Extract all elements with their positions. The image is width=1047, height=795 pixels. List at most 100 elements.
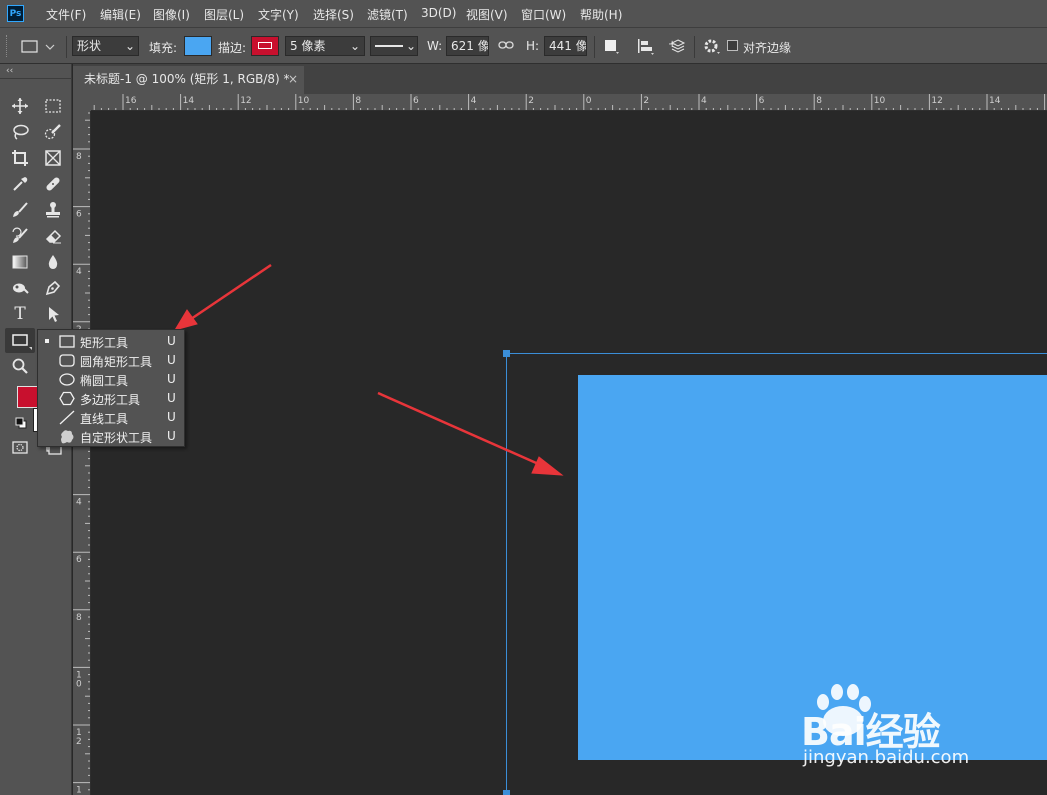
menu-window[interactable]: 窗口(W) <box>521 6 566 23</box>
dodge-tool-icon[interactable] <box>8 277 32 299</box>
menu-view[interactable]: 视图(V) <box>466 6 508 23</box>
active-bullet-icon <box>45 339 49 343</box>
menu-type[interactable]: 文字(Y) <box>258 6 299 23</box>
stroke-width-field[interactable]: 5 像素 ⌄ <box>285 36 365 56</box>
ruler-label: 8 <box>816 96 822 106</box>
width-field[interactable]: 621 像 <box>446 36 489 56</box>
menu-select[interactable]: 选择(S) <box>313 6 354 23</box>
tool-preset-picker[interactable] <box>20 38 60 56</box>
align-edges-checkbox[interactable] <box>727 40 738 51</box>
flyout-label: 圆角矩形工具 <box>80 355 153 369</box>
menu-edit[interactable]: 编辑(E) <box>100 6 141 23</box>
ruler-label: 12 <box>240 96 251 106</box>
document-tab-title: 未标题-1 @ 100% (矩形 1, RGB/8) * <box>84 72 290 86</box>
move-tool-icon[interactable] <box>8 95 32 117</box>
clone-stamp-tool-icon[interactable] <box>41 199 65 221</box>
brush-tool-icon[interactable] <box>8 199 32 221</box>
menu-help[interactable]: 帮助(H) <box>580 6 622 23</box>
flyout-label: 多边形工具 <box>80 393 141 407</box>
crop-tool-icon[interactable] <box>8 147 32 169</box>
type-tool-icon[interactable]: T <box>8 303 32 325</box>
flyout-item-ellipse[interactable]: 椭圆工具 U <box>38 370 184 389</box>
width-label: W: <box>427 39 443 53</box>
path-operations-icon[interactable] <box>603 37 621 58</box>
ruler-label: 2 <box>643 96 649 106</box>
blur-tool-icon[interactable] <box>41 251 65 273</box>
path-selection-tool-icon[interactable] <box>41 303 65 325</box>
ruler-label: 1 <box>76 786 82 795</box>
ruler-label: 16 <box>125 96 137 106</box>
lasso-tool-icon[interactable] <box>8 121 32 143</box>
zoom-tool-icon[interactable] <box>8 355 32 377</box>
flyout-shortcut: U <box>167 391 176 405</box>
stroke-swatch[interactable] <box>251 36 279 56</box>
ruler-label: 8 <box>76 613 82 623</box>
flyout-item-polygon[interactable]: 多边形工具 U <box>38 389 184 408</box>
ruler-label: 8 <box>355 96 361 106</box>
gear-icon[interactable] <box>703 37 723 58</box>
flyout-shortcut: U <box>167 372 176 386</box>
menu-layer[interactable]: 图层(L) <box>204 6 244 23</box>
tool-group-indicator <box>29 347 32 350</box>
path-arrangement-icon[interactable]: + <box>668 36 690 59</box>
quick-mask-icon[interactable] <box>8 436 32 458</box>
canvas-area[interactable]: Bai经验 jingyan.baidu.com <box>91 111 1047 795</box>
annotation-arrows <box>173 263 564 476</box>
height-field[interactable]: 441 像 <box>544 36 587 56</box>
align-edges-label: 对齐边缘 <box>743 41 792 55</box>
pen-tool-icon[interactable] <box>41 277 65 299</box>
gradient-tool-icon[interactable] <box>8 251 32 273</box>
chevron-down-icon: ⌄ <box>125 39 136 53</box>
flyout-label: 椭圆工具 <box>80 374 129 388</box>
flyout-shortcut: U <box>167 410 176 424</box>
flyout-label: 自定形状工具 <box>80 431 153 445</box>
ruler-label: 14 <box>183 96 195 106</box>
flyout-label: 直线工具 <box>80 412 129 426</box>
quick-selection-tool-icon[interactable] <box>41 121 65 143</box>
flyout-shortcut: U <box>167 353 176 367</box>
history-brush-tool-icon[interactable] <box>8 225 32 247</box>
link-icon[interactable] <box>498 38 514 55</box>
ellipse-icon <box>59 373 75 386</box>
ruler-corner <box>73 94 91 111</box>
options-grip[interactable] <box>6 35 10 57</box>
close-icon[interactable]: × <box>288 72 298 86</box>
document-tab[interactable]: 未标题-1 @ 100% (矩形 1, RGB/8) * <box>73 66 304 94</box>
foreground-color-swatch[interactable] <box>17 386 39 408</box>
height-label: H: <box>526 39 540 53</box>
flyout-shortcut: U <box>167 429 176 443</box>
flyout-item-custom-shape[interactable]: 自定形状工具 U <box>38 427 184 446</box>
menu-3d[interactable]: 3D(D) <box>421 6 456 20</box>
fill-swatch[interactable] <box>184 36 212 56</box>
custom-shape-icon <box>61 430 74 444</box>
stroke-type-dropdown[interactable]: ⌄ <box>370 36 418 56</box>
horizontal-ruler[interactable]: 16 14 12 10 8 6 4 2 0 2 4 6 8 10 12 14 <box>91 94 1047 111</box>
frame-tool-icon[interactable] <box>41 147 65 169</box>
mode-value: 形状 <box>77 39 102 53</box>
menu-file[interactable]: 文件(F) <box>46 6 86 23</box>
fill-label: 填充: <box>149 41 178 55</box>
ruler-label: 6 <box>413 96 419 106</box>
mode-dropdown[interactable]: 形状 ⌄ <box>72 36 139 56</box>
path-alignment-icon[interactable] <box>636 37 656 58</box>
ruler-label: 0 <box>586 96 592 106</box>
flyout-item-line[interactable]: 直线工具 U <box>38 408 184 427</box>
healing-brush-tool-icon[interactable] <box>41 173 65 195</box>
menu-filter[interactable]: 滤镜(T) <box>367 6 408 23</box>
eraser-tool-icon[interactable] <box>41 225 65 247</box>
rectangle-preset-icon <box>21 40 55 53</box>
collapse-panel-icon[interactable]: ‹‹ <box>6 66 13 76</box>
ruler-label: 4 <box>471 96 477 106</box>
eyedropper-tool-icon[interactable] <box>8 173 32 195</box>
vertical-ruler[interactable]: 864202468101214 <box>73 111 91 795</box>
annotation-arrow <box>377 391 564 476</box>
polygon-icon <box>59 391 75 406</box>
photoshop-logo[interactable]: Ps <box>7 5 24 22</box>
horizontal-ruler-ticks: 16 14 12 10 8 6 4 2 0 2 4 6 8 10 12 14 <box>93 94 1046 110</box>
flyout-item-rounded-rectangle[interactable]: 圆角矩形工具 U <box>38 351 184 370</box>
default-colors-icon[interactable] <box>15 417 27 432</box>
flyout-item-rectangle[interactable]: 矩形工具 U <box>38 332 184 351</box>
menu-image[interactable]: 图像(I) <box>153 6 190 23</box>
marquee-tool-icon[interactable] <box>41 95 65 117</box>
chevron-down-icon: ⌄ <box>406 39 417 53</box>
